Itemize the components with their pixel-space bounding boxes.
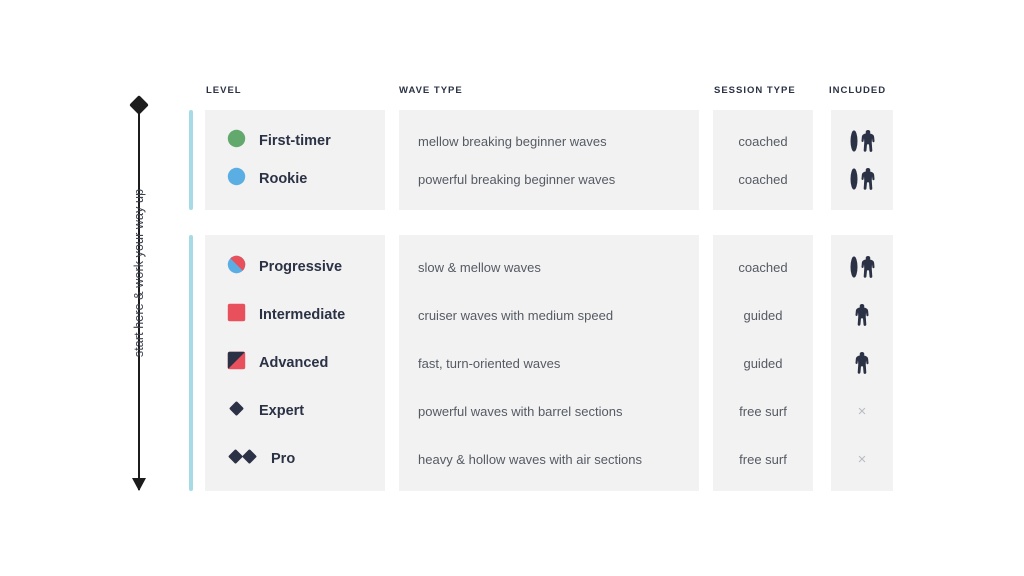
table-row[interactable]: Intermediate	[205, 291, 385, 339]
progression-axis: start here & work your way up	[122, 95, 156, 491]
x-mark-icon: ×	[857, 450, 867, 468]
included-items: ×	[858, 404, 867, 419]
diamond-double-icon	[227, 447, 258, 471]
level-name: Rookie	[259, 171, 308, 187]
table-row: coached	[713, 160, 813, 198]
session-type-text: coached	[738, 259, 788, 275]
arrow-up-icon	[129, 95, 149, 115]
panel-level-peak: Progressive Intermediate Advanced Expert P…	[205, 235, 385, 491]
wave-type-text: powerful waves with barrel sections	[418, 403, 623, 419]
circle-blue-icon	[227, 167, 246, 191]
table-row	[831, 122, 893, 160]
panel-included-shore	[831, 110, 893, 210]
group-accent-bar	[189, 110, 193, 210]
session-type-text: guided	[743, 307, 783, 323]
wetsuit-icon	[860, 130, 875, 152]
column-header-session-type: SESSION TYPE	[714, 85, 796, 96]
wetsuit-icon	[860, 256, 875, 278]
table-row: mellow breaking beginner waves	[399, 122, 699, 160]
level-name: Progressive	[259, 259, 343, 275]
table-row: coached	[713, 243, 813, 291]
wetsuit-icon	[855, 352, 869, 374]
table-row: powerful breaking beginner waves	[399, 160, 699, 198]
group-peak: PEAK ProgressiveIntermediate AdvancedExp…	[166, 235, 1024, 491]
table-row: heavy & hollow waves with air sections	[399, 435, 699, 483]
circle-green-icon	[227, 129, 246, 153]
table-row[interactable]: Progressive	[205, 243, 385, 291]
included-items	[850, 168, 875, 190]
square-red-icon	[227, 303, 246, 327]
wave-type-text: heavy & hollow waves with air sections	[418, 451, 642, 467]
wave-type-text: mellow breaking beginner waves	[418, 133, 607, 149]
level-name: Expert	[259, 403, 305, 419]
surfboard-icon	[850, 168, 857, 190]
included-items	[850, 130, 875, 152]
x-mark-icon: ×	[857, 402, 867, 420]
table-row: free surf	[713, 435, 813, 483]
table-row	[831, 243, 893, 291]
included-items	[855, 352, 869, 374]
arrow-down-icon	[132, 478, 146, 491]
table-row: ×	[831, 435, 893, 483]
group-accent-bar	[189, 235, 193, 491]
panel-wave-shore: mellow breaking beginner waves powerful b…	[399, 110, 699, 210]
square-split-navy-red-icon	[227, 351, 246, 375]
level-name: Intermediate	[259, 307, 346, 323]
wave-type-text: cruiser waves with medium speed	[418, 307, 614, 323]
session-type-text: free surf	[739, 451, 787, 467]
panel-session-shore: coached coached	[713, 110, 813, 210]
table-row: guided	[713, 291, 813, 339]
column-header-level: LEVEL	[206, 85, 242, 96]
group-shore: SHORE First-timerRookie mellow breaking …	[166, 110, 1024, 210]
included-items: ×	[858, 452, 867, 467]
table-row	[831, 339, 893, 387]
panel-included-peak: × ×	[831, 235, 893, 491]
table-row: cruiser waves with medium speed	[399, 291, 699, 339]
session-type-text: guided	[743, 355, 783, 371]
table-row[interactable]: Rookie	[205, 160, 385, 198]
level-name: First-timer	[259, 133, 331, 149]
session-type-text: free surf	[739, 403, 787, 419]
wave-type-text: fast, turn-oriented waves	[418, 355, 561, 371]
table-row	[831, 160, 893, 198]
table-row: free surf	[713, 387, 813, 435]
session-type-text: coached	[738, 171, 788, 187]
table-row[interactable]: Advanced	[205, 339, 385, 387]
surf-level-chart: start here & work your way up LEVEL WAVE…	[0, 0, 1024, 576]
wave-type-text: powerful breaking beginner waves	[418, 171, 616, 187]
diamond-single-icon	[227, 399, 246, 423]
table-row[interactable]: Expert	[205, 387, 385, 435]
level-name: Advanced	[259, 355, 329, 371]
table-row[interactable]: First-timer	[205, 122, 385, 160]
wetsuit-icon	[855, 304, 869, 326]
surfboard-icon	[850, 256, 857, 278]
panel-wave-peak: slow & mellow waves cruiser waves with me…	[399, 235, 699, 491]
wave-type-text: slow & mellow waves	[418, 259, 541, 275]
table-row[interactable]: Pro	[205, 435, 385, 483]
panel-session-peak: coached guided guided free surf free surf	[713, 235, 813, 491]
session-type-text: coached	[738, 133, 788, 149]
panel-level-shore: First-timer Rookie	[205, 110, 385, 210]
table-row: fast, turn-oriented waves	[399, 339, 699, 387]
included-items	[850, 256, 875, 278]
axis-label: start here & work your way up	[132, 188, 146, 358]
included-items	[855, 304, 869, 326]
table-row	[831, 291, 893, 339]
table-row: ×	[831, 387, 893, 435]
table-row: guided	[713, 339, 813, 387]
column-header-included: INCLUDED	[829, 85, 887, 96]
level-name: Pro	[271, 451, 296, 467]
circle-split-blue-red-icon	[227, 255, 246, 279]
column-header-wave-type: WAVE TYPE	[399, 85, 463, 96]
table-row: slow & mellow waves	[399, 243, 699, 291]
table-row: coached	[713, 122, 813, 160]
surfboard-icon	[850, 130, 857, 152]
table-row: powerful waves with barrel sections	[399, 387, 699, 435]
wetsuit-icon	[860, 168, 875, 190]
